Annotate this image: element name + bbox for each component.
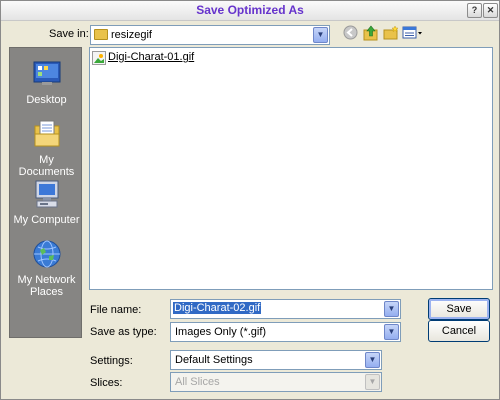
gif-file-icon	[92, 51, 106, 65]
file-name: Digi-Charat-01.gif	[108, 51, 195, 63]
help-button[interactable]: ?	[467, 3, 482, 18]
savetype-dropdown-arrow[interactable]: ▼	[384, 324, 399, 340]
place-label: My Network Places	[17, 274, 76, 298]
settings-value: Default Settings	[175, 354, 253, 366]
save-dialog: Save Optimized As ? ✕ Save in: resizegif…	[0, 0, 500, 400]
up-folder-icon[interactable]	[362, 25, 379, 42]
my-computer-icon	[31, 178, 63, 210]
my-documents-icon	[31, 118, 63, 150]
network-places-icon	[31, 238, 63, 270]
place-label: My Documents	[18, 154, 75, 178]
place-my-documents[interactable]: My Documents	[10, 118, 83, 178]
views-menu-icon[interactable]	[402, 25, 424, 42]
settings-dropdown-arrow[interactable]: ▼	[365, 352, 380, 368]
place-label: My Computer	[13, 214, 80, 226]
dialog-title: Save Optimized As	[196, 3, 304, 17]
save-in-dropdown-arrow[interactable]: ▼	[313, 27, 328, 43]
slices-combo: All Slices ▼	[170, 372, 382, 392]
settings-label: Settings:	[90, 355, 133, 367]
place-my-computer[interactable]: My Computer	[10, 178, 83, 226]
filename-input[interactable]: Digi-Charat-02.gif	[173, 302, 262, 314]
desktop-icon	[31, 58, 63, 90]
savetype-combo[interactable]: Images Only (*.gif) ▼	[170, 322, 401, 342]
file-list[interactable]: Digi-Charat-01.gif	[89, 47, 493, 290]
place-my-network-places[interactable]: My Network Places	[10, 238, 83, 298]
filename-dropdown-arrow[interactable]: ▼	[384, 301, 399, 317]
back-icon[interactable]	[342, 25, 359, 42]
places-bar: Desktop My Documents My Computer My Netw…	[9, 47, 82, 338]
new-folder-icon[interactable]	[382, 25, 399, 42]
title-bar: Save Optimized As ? ✕	[1, 1, 499, 21]
save-in-value: resizegif	[111, 29, 152, 41]
save-in-label: Save in:	[49, 28, 89, 40]
savetype-value: Images Only (*.gif)	[175, 326, 267, 338]
filename-label: File name:	[90, 304, 142, 316]
close-button[interactable]: ✕	[483, 3, 498, 18]
slices-value: All Slices	[175, 376, 220, 388]
slices-label: Slices:	[90, 377, 123, 389]
filename-combo[interactable]: Digi-Charat-02.gif ▼	[170, 299, 401, 319]
place-label: Desktop	[26, 94, 67, 106]
place-desktop[interactable]: Desktop	[10, 58, 83, 106]
slices-dropdown-arrow: ▼	[365, 374, 380, 390]
cancel-button[interactable]: Cancel	[428, 320, 490, 342]
folder-icon	[94, 29, 108, 40]
save-in-combo[interactable]: resizegif ▼	[90, 25, 330, 45]
settings-combo[interactable]: Default Settings ▼	[170, 350, 382, 370]
savetype-label: Save as type:	[90, 326, 157, 338]
save-button[interactable]: Save	[428, 298, 490, 320]
